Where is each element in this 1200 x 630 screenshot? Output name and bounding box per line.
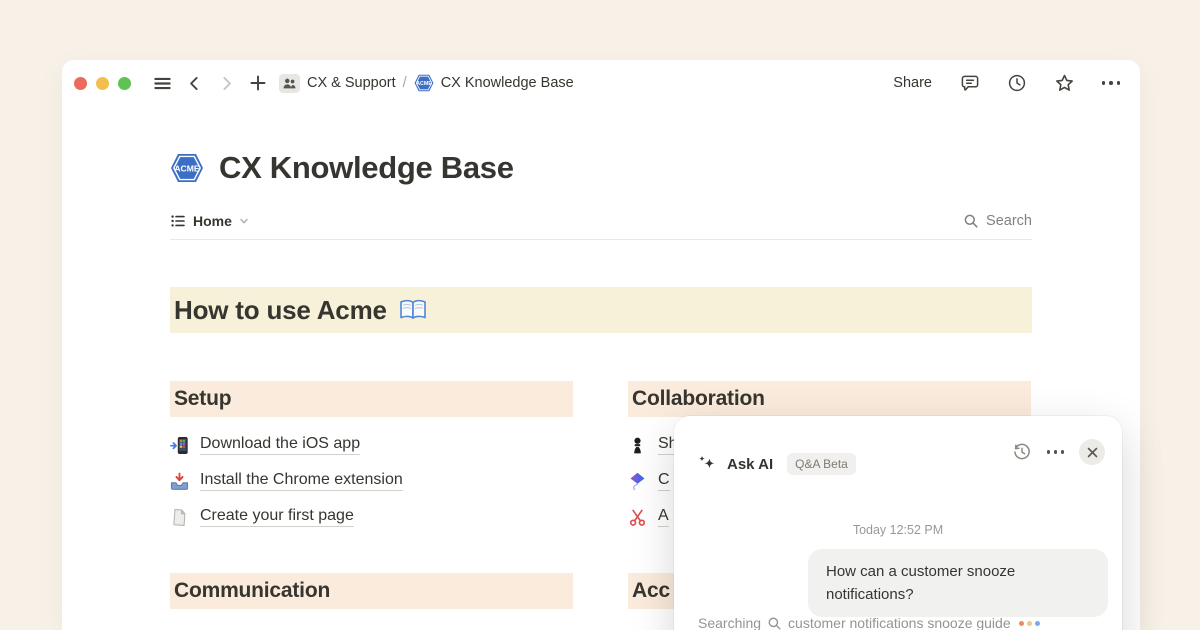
toolbar: CX & Support / ACME CX Knowledge Base Sh… [62,60,1140,106]
share-button[interactable]: Share [889,73,936,93]
tab-home-label: Home [193,213,232,229]
svg-text:ACME: ACME [416,81,432,87]
search-status-icon [767,616,782,630]
page-icon [170,508,189,527]
list-view-icon [170,213,186,229]
breadcrumb: CX & Support / ACME CX Knowledge Base [279,74,574,93]
comments-icon[interactable] [957,70,983,96]
status-query: customer notifications snooze guide [788,615,1011,630]
tab-home[interactable]: Home [170,213,249,229]
link-label: C [658,471,670,491]
ai-status-line: Searching customer notifications snooze … [698,615,1040,630]
divider [170,239,1032,240]
ask-ai-title: Ask AI [727,456,773,473]
search-icon [963,213,979,229]
status-prefix: Searching [698,615,761,630]
qa-beta-badge: Q&A Beta [787,453,856,475]
link-label: Install the Chrome extension [200,471,403,491]
ask-ai-more-icon[interactable] [1047,450,1065,454]
back-icon[interactable] [181,70,207,96]
open-book-icon [399,299,427,321]
view-row: Home Search [170,213,1032,229]
link-download-ios-app[interactable]: Download the iOS app [170,427,573,463]
acme-logo-icon: ACME [170,153,204,183]
workspace-people-icon[interactable] [279,74,300,93]
ai-sparkle-icon [697,455,717,473]
ask-ai-dialog: Ask AI Q&A Beta Today 12:52 PM How can a… [674,416,1122,630]
minimize-window-button[interactable] [96,77,109,90]
breadcrumb-page[interactable]: CX Knowledge Base [441,75,574,91]
pawn-icon [628,436,647,455]
hamburger-menu-icon[interactable] [149,70,175,96]
inbox-tray-icon [170,472,189,491]
section-communication: Communication [170,573,573,609]
more-icon[interactable] [1098,70,1124,96]
banner-title: How to use Acme [174,295,387,326]
breadcrumb-workspace[interactable]: CX & Support [307,75,396,91]
svg-text:ACME: ACME [174,163,200,173]
star-icon[interactable] [1051,70,1077,96]
acme-page-badge-icon: ACME [414,74,434,92]
new-tab-icon[interactable] [245,70,271,96]
zoom-window-button[interactable] [118,77,131,90]
left-column: Setup [170,381,573,609]
phone-arrow-icon [170,436,189,455]
link-install-chrome-extension[interactable]: Install the Chrome extension [170,463,573,499]
search-button[interactable]: Search [963,213,1032,229]
page-header: ACME CX Knowledge Base [170,150,1032,186]
ask-ai-header: Ask AI Q&A Beta [697,453,856,475]
link-label: A [658,507,669,527]
section-collaboration: Collaboration [628,381,1031,417]
scissors-icon [628,508,647,527]
clock-icon[interactable] [1004,70,1030,96]
chat-timestamp: Today 12:52 PM [674,523,1122,537]
breadcrumb-separator: / [403,75,407,91]
chevron-down-icon [239,216,249,226]
loading-dots [1019,621,1040,626]
section-collaboration-title: Collaboration [632,387,765,411]
section-setup-title: Setup [174,387,231,411]
link-label: Download the iOS app [200,435,360,455]
user-message-bubble: How can a customer snooze notifications? [808,549,1108,617]
link-create-first-page[interactable]: Create your first page [170,499,573,535]
banner-heading: How to use Acme [170,287,1032,333]
search-label: Search [986,213,1032,229]
page-title: CX Knowledge Base [219,150,514,186]
ask-ai-close-icon[interactable] [1079,439,1105,465]
link-label: Create your first page [200,507,354,527]
section-communication-title: Communication [174,579,330,603]
forward-icon[interactable] [213,70,239,96]
section-account-title: Acc [632,579,670,603]
kite-icon [628,472,647,491]
history-icon[interactable] [1012,442,1032,462]
close-window-button[interactable] [74,77,87,90]
section-setup: Setup [170,381,573,417]
window-controls [74,77,131,90]
